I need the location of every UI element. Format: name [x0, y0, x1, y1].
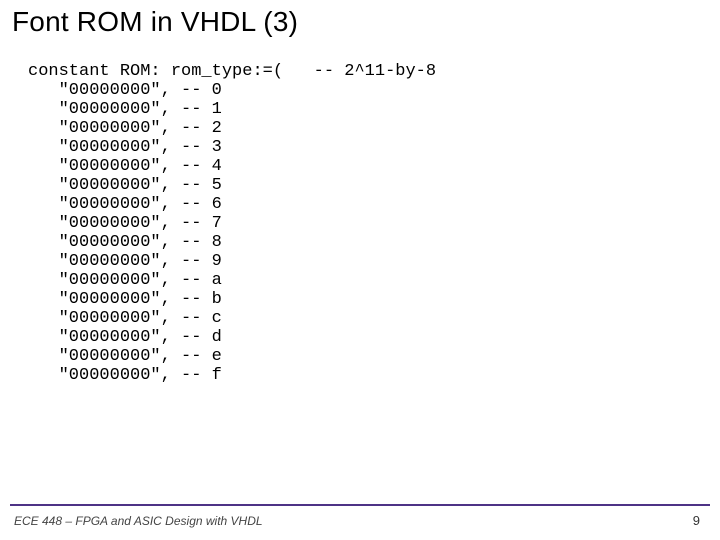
rom-index: 9 [212, 252, 222, 271]
page-number: 9 [693, 513, 700, 528]
rom-value: "00000000", [59, 100, 171, 119]
comment-sep: -- [181, 119, 201, 138]
comment-sep: -- [181, 328, 201, 347]
footer-text: ECE 448 – FPGA and ASIC Design with VHDL [14, 514, 263, 528]
comment-sep: -- [181, 290, 201, 309]
rom-value: "00000000", [59, 119, 171, 138]
rom-value: "00000000", [59, 138, 171, 157]
comment-sep: -- [181, 214, 201, 233]
rom-value: "00000000", [59, 290, 171, 309]
code-decl-right: rom_type:=( [171, 62, 283, 81]
rom-value: "00000000", [59, 309, 171, 328]
rom-index: 1 [212, 100, 222, 119]
slide: Font ROM in VHDL (3) constant ROM: rom_t… [0, 0, 720, 540]
comment-sep: -- [181, 252, 201, 271]
comment-sep: -- [181, 271, 201, 290]
rom-index: d [212, 328, 222, 347]
rom-index: 0 [212, 81, 222, 100]
comment-sep: -- [181, 195, 201, 214]
comment-sep: -- [181, 233, 201, 252]
comment-sep: -- [181, 366, 201, 385]
comment-sep: -- [181, 309, 201, 328]
comment-sep: -- [181, 157, 201, 176]
code-block: constant ROM: rom_type:=( -- 2^11-by-8 "… [28, 62, 436, 385]
rom-value: "00000000", [59, 366, 171, 385]
comment-sep: -- [181, 176, 201, 195]
comment-sep: -- [181, 138, 201, 157]
rom-value: "00000000", [59, 347, 171, 366]
comment-sep: -- [181, 81, 201, 100]
rom-value: "00000000", [59, 81, 171, 100]
rom-index: 6 [212, 195, 222, 214]
rom-value: "00000000", [59, 157, 171, 176]
rom-value: "00000000", [59, 252, 171, 271]
rom-index: 8 [212, 233, 222, 252]
comment-sep: -- [181, 100, 201, 119]
rom-index: e [212, 347, 222, 366]
code-decl-comment: -- 2^11-by-8 [314, 62, 436, 81]
rom-index: 3 [212, 138, 222, 157]
rom-value: "00000000", [59, 176, 171, 195]
rom-index: 2 [212, 119, 222, 138]
code-decl: constant ROM: [28, 62, 161, 81]
rom-index: 5 [212, 176, 222, 195]
footer-divider [10, 504, 710, 506]
rom-value: "00000000", [59, 214, 171, 233]
rom-value: "00000000", [59, 233, 171, 252]
rom-index: 7 [212, 214, 222, 233]
comment-sep: -- [181, 347, 201, 366]
rom-index: 4 [212, 157, 222, 176]
rom-index: a [212, 271, 222, 290]
rom-value: "00000000", [59, 195, 171, 214]
rom-index: c [212, 309, 222, 328]
rom-index: b [212, 290, 222, 309]
rom-value: "00000000", [59, 328, 171, 347]
rom-value: "00000000", [59, 271, 171, 290]
slide-title: Font ROM in VHDL (3) [12, 6, 298, 38]
rom-index: f [212, 366, 222, 385]
